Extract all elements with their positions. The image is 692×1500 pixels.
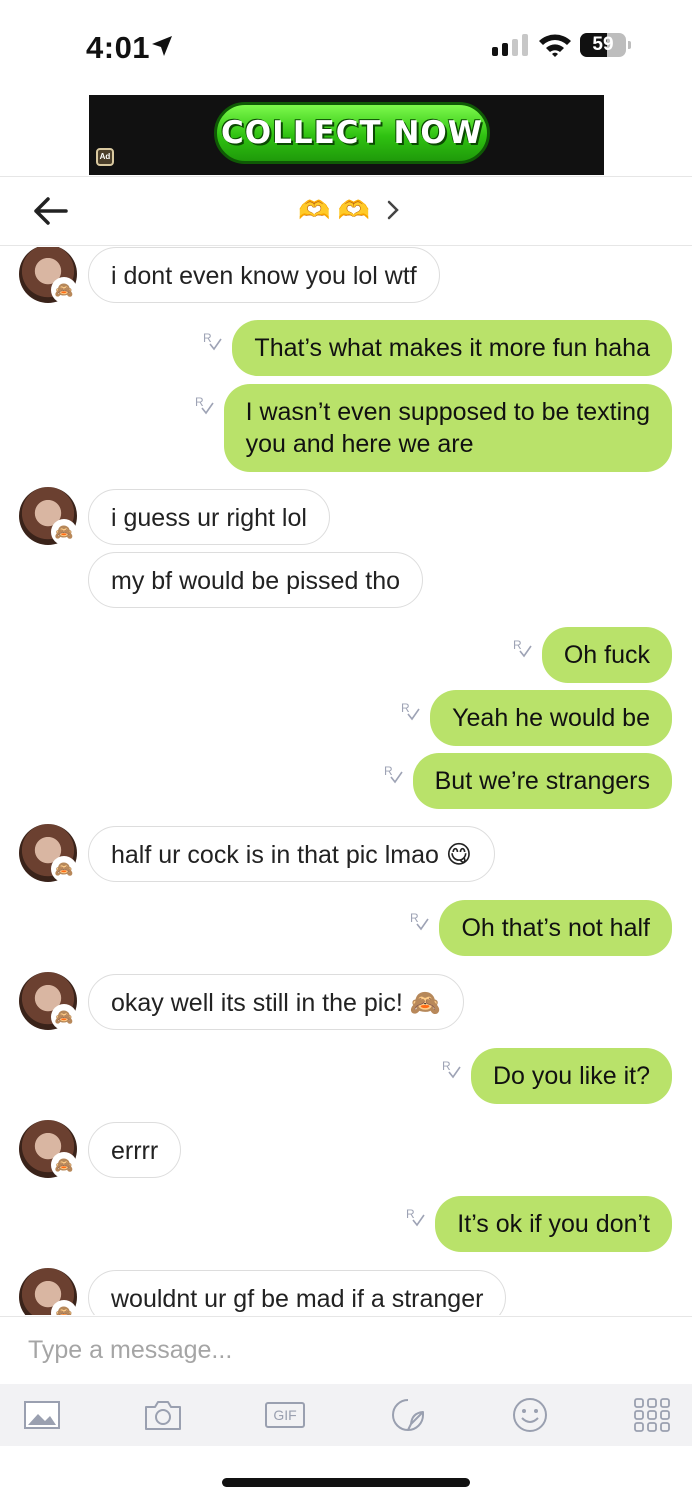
incoming-message[interactable]: half ur cock is in that pic lmao 😋: [88, 826, 495, 882]
contact-name[interactable]: 🫶 🫶: [298, 195, 370, 226]
battery-icon: 59: [580, 33, 626, 57]
svg-text:R: R: [203, 331, 212, 345]
message-input[interactable]: [0, 1317, 692, 1383]
image-icon[interactable]: [22, 1396, 62, 1434]
avatar-badge-icon: 🙈: [51, 856, 77, 882]
read-receipt-icon: R: [406, 1207, 425, 1227]
sticker-icon[interactable]: [388, 1396, 428, 1434]
svg-text:R: R: [195, 395, 204, 409]
chevron-right-icon[interactable]: [384, 197, 402, 223]
read-receipt-icon: R: [401, 701, 420, 721]
home-indicator[interactable]: [222, 1478, 470, 1487]
avatar-badge-icon: 🙈: [51, 1152, 77, 1178]
avatar-badge-icon: 🙈: [51, 519, 77, 545]
svg-text:R: R: [442, 1059, 451, 1073]
incoming-message[interactable]: wouldnt ur gf be mad if a stranger: [88, 1270, 507, 1315]
svg-text:R: R: [384, 764, 393, 778]
wifi-icon: [539, 34, 571, 57]
outgoing-message[interactable]: Oh fuck: [541, 627, 672, 683]
svg-text:R: R: [410, 911, 419, 925]
outgoing-message[interactable]: Oh that’s not half: [439, 900, 672, 956]
avatar-badge-icon: 🙈: [51, 277, 77, 303]
cellular-signal-icon: [492, 34, 528, 56]
incoming-message[interactable]: i dont even know you lol wtf: [88, 247, 440, 303]
ad-banner[interactable]: COLLECT NOW Ad: [89, 95, 604, 175]
outgoing-message[interactable]: Yeah he would be: [430, 690, 672, 746]
location-arrow-icon: [152, 36, 172, 56]
ad-collect-button[interactable]: COLLECT NOW: [214, 102, 490, 164]
chat-header: 🫶 🫶: [0, 176, 692, 246]
read-receipt-icon: R: [513, 638, 532, 658]
message-list[interactable]: 🙈 i dont even know you lol wtf That’s what…: [0, 247, 692, 1315]
status-time: 4:01: [86, 30, 151, 65]
read-receipt-icon: R: [442, 1059, 461, 1079]
svg-text:R: R: [406, 1207, 415, 1221]
outgoing-message[interactable]: That’s what makes it more fun haha: [232, 320, 672, 376]
incoming-message[interactable]: my bf would be pissed tho: [88, 552, 424, 608]
read-receipt-icon: R: [410, 911, 429, 931]
incoming-message[interactable]: okay well its still in the pic! 🙈: [88, 974, 464, 1030]
read-receipt-icon: R: [195, 395, 214, 415]
status-bar: 4:01 59: [0, 0, 692, 92]
ad-badge-icon: Ad: [96, 148, 114, 166]
back-arrow-icon[interactable]: [30, 193, 70, 229]
svg-text:R: R: [401, 701, 410, 715]
ad-collect-label: COLLECT NOW: [221, 115, 483, 151]
read-receipt-icon: R: [203, 331, 222, 351]
attachment-toolbar: GIF: [0, 1384, 692, 1446]
outgoing-message[interactable]: I wasn’t even supposed to be texting you…: [223, 384, 672, 472]
avatar-badge-icon: 🙈: [51, 1004, 77, 1030]
composer: [0, 1316, 692, 1384]
outgoing-message[interactable]: Do you like it?: [470, 1048, 672, 1104]
outgoing-message[interactable]: It’s ok if you don’t: [435, 1196, 672, 1252]
camera-icon[interactable]: [143, 1396, 183, 1434]
outgoing-message[interactable]: But we’re strangers: [412, 753, 672, 809]
incoming-message[interactable]: i guess ur right lol: [88, 489, 330, 545]
gif-icon[interactable]: GIF: [265, 1402, 305, 1428]
incoming-message[interactable]: errrr: [88, 1122, 182, 1178]
svg-text:R: R: [513, 638, 522, 652]
battery-percent: 59: [592, 34, 614, 55]
read-receipt-icon: R: [384, 764, 403, 784]
emoji-icon[interactable]: [510, 1396, 550, 1434]
apps-grid-icon[interactable]: [632, 1396, 672, 1434]
battery-cap: [628, 41, 631, 49]
